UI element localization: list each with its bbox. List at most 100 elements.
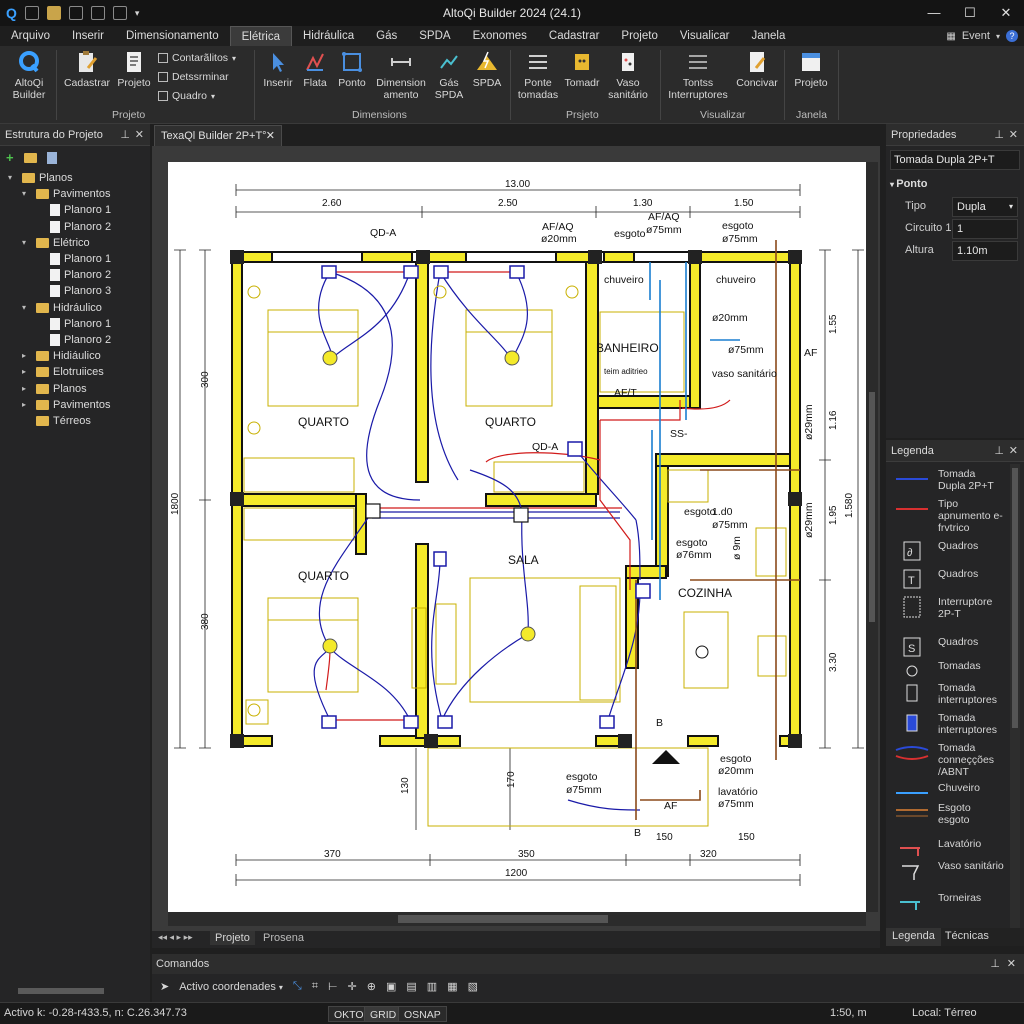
copy-icon[interactable]: ▦: [447, 980, 457, 993]
tree-item[interactable]: Planoro 2: [36, 267, 111, 283]
menu-cadastrar[interactable]: Cadastrar: [538, 26, 611, 46]
selected-object-field[interactable]: Tomada Dupla 2P+T: [890, 150, 1020, 170]
tree-item[interactable]: Planoro 2: [36, 219, 111, 235]
dropdown-icon[interactable]: ▾: [996, 32, 1000, 41]
quadro-button[interactable]: Quadro ▾: [158, 90, 215, 102]
tree-item[interactable]: Térreos: [22, 413, 91, 429]
detssrminar-button[interactable]: Detssrminar: [158, 71, 229, 83]
panel-pin-icon[interactable]: ⊥: [120, 124, 130, 146]
menu-arquivo[interactable]: Arquivo: [0, 26, 61, 46]
floor-plan-drawing[interactable]: 13.00 2.60 2.50 1.30 1.50 370 350 150 32…: [168, 162, 866, 912]
tree-expand-icon[interactable]: ▾: [8, 170, 18, 186]
spda-button[interactable]: SPDA: [470, 50, 504, 89]
sheet-nav-first-icon[interactable]: ◂◂ ◂ ▸ ▸▸: [158, 932, 193, 943]
contarulitos-button[interactable]: Contarãlitos ▾: [158, 52, 236, 64]
app-logo-icon[interactable]: Q: [6, 5, 17, 21]
export-icon[interactable]: [112, 6, 127, 20]
layer-icon[interactable]: ▣: [386, 980, 396, 993]
maximize-button[interactable]: ☐: [952, 0, 988, 26]
folder-open-icon[interactable]: [23, 153, 37, 163]
table-view-icon[interactable]: ▧: [468, 980, 478, 993]
window-icon[interactable]: ▤: [406, 980, 416, 993]
tree-item[interactable]: ▾ Hidráulico: [22, 300, 102, 316]
janela-projeto-button[interactable]: Projeto: [790, 50, 832, 89]
tab-legenda[interactable]: Legenda: [886, 928, 941, 946]
commands-close-icon[interactable]: ✕: [1007, 954, 1016, 974]
tree-item[interactable]: ▸ Planos: [22, 381, 87, 397]
inserir-button[interactable]: Inserir: [260, 50, 296, 89]
dimensionamento-button[interactable]: Dimension amento: [372, 50, 430, 101]
tab-close-icon[interactable]: ✕: [266, 126, 275, 146]
tree-expand-icon[interactable]: ▸: [22, 364, 32, 380]
properties-pin-icon[interactable]: ⊥: [994, 124, 1004, 146]
snap-mid-icon[interactable]: ✛: [348, 980, 357, 993]
menu-eletrica[interactable]: Elétrica: [229, 26, 292, 46]
tree-expand-icon[interactable]: ▸: [22, 397, 32, 413]
quick-access-dropdown-icon[interactable]: ▾: [135, 8, 140, 19]
altoqi-builder-button[interactable]: AltoQi Builder: [8, 50, 50, 101]
select-arrow-icon[interactable]: ➤: [160, 980, 169, 993]
mode-select[interactable]: Activo coordenades ▾: [179, 981, 283, 993]
cadastrar-button[interactable]: Cadastrar: [62, 50, 112, 89]
menu-exonomes[interactable]: Exonomes: [462, 26, 538, 46]
event-label[interactable]: Event: [962, 30, 990, 42]
tipo-select[interactable]: Dupla ▾: [952, 197, 1018, 217]
menu-dimensionamento[interactable]: Dimensionamento: [115, 26, 230, 46]
circuito-field[interactable]: 1: [952, 219, 1018, 239]
save-icon[interactable]: [68, 6, 83, 20]
snap-line-icon[interactable]: ⤡: [293, 980, 302, 993]
tree-item[interactable]: Planoro 1: [36, 202, 111, 218]
close-button[interactable]: ✕: [988, 0, 1024, 26]
tree-expand-icon[interactable]: ▸: [22, 348, 32, 364]
tree-item[interactable]: ▸ Elotruiices: [22, 364, 104, 380]
ponto-button[interactable]: Ponto: [334, 50, 370, 89]
gas-spda-button[interactable]: Gás SPDA: [432, 50, 466, 101]
concivar-button[interactable]: Concivar: [734, 50, 780, 89]
canvas-hscrollbar[interactable]: [168, 912, 866, 926]
print-icon[interactable]: [90, 6, 105, 20]
drawing-sheet[interactable]: 13.00 2.60 2.50 1.30 1.50 370 350 150 32…: [168, 162, 866, 912]
tree-item[interactable]: ▸ Pavimentos: [22, 397, 110, 413]
tab-tecnicas[interactable]: Técnicas: [941, 928, 993, 946]
snap-corner-icon[interactable]: ⌗: [312, 980, 318, 993]
grid-toggle[interactable]: GRID: [364, 1006, 403, 1022]
osnap-toggle[interactable]: OSNAP: [398, 1006, 447, 1022]
tree-item[interactable]: Planoro 2: [36, 332, 111, 348]
commands-pin-icon[interactable]: ⊥: [990, 954, 1000, 974]
properties-close-icon[interactable]: ✕: [1009, 124, 1018, 146]
help-icon[interactable]: ?: [1006, 30, 1018, 42]
altura-field[interactable]: 1.10m: [952, 241, 1018, 261]
scale-readout[interactable]: 1:50, m: [830, 1007, 867, 1019]
vaso-sanitario-button[interactable]: Vaso sanitário: [604, 50, 652, 101]
canvas-vscrollbar[interactable]: [866, 162, 878, 912]
tree-expand-icon[interactable]: ▸: [22, 381, 32, 397]
tree-expand-icon[interactable]: ▾: [22, 186, 32, 202]
flata-button[interactable]: Flata: [298, 50, 332, 89]
legend-close-icon[interactable]: ✕: [1009, 440, 1018, 462]
ponte-tomadas-button[interactable]: Ponte tomadas: [514, 50, 562, 101]
document-tab[interactable]: TexaQl Builder 2P+T° ✕: [154, 125, 282, 146]
add-icon[interactable]: +: [6, 150, 14, 165]
grid-icon[interactable]: ▦: [946, 31, 955, 42]
print-preview-icon[interactable]: ▥: [427, 980, 437, 993]
menu-janela[interactable]: Janela: [741, 26, 797, 46]
new-file-icon[interactable]: [24, 6, 39, 20]
projeto-button[interactable]: Projeto: [114, 50, 154, 89]
tree-item[interactable]: ▾ Pavimentos: [22, 186, 110, 202]
tree-expand-icon[interactable]: ▾: [22, 300, 32, 316]
tree-item[interactable]: ▾ Planos: [8, 170, 73, 186]
panel-close-icon[interactable]: ✕: [135, 124, 144, 146]
sheet-tab-projeto[interactable]: Projeto: [210, 931, 255, 945]
menu-spda[interactable]: SPDA: [408, 26, 461, 46]
ponto-section-header[interactable]: ▾ Ponto: [890, 178, 927, 190]
snap-center-icon[interactable]: ⊕: [367, 980, 376, 993]
legend-pin-icon[interactable]: ⊥: [994, 440, 1004, 462]
sheet-tab-prosena[interactable]: Prosena: [258, 931, 309, 945]
minimize-button[interactable]: —: [916, 0, 952, 26]
tree-item[interactable]: ▾ Elétrico: [22, 235, 90, 251]
snap-end-icon[interactable]: ⊢: [328, 980, 338, 993]
menu-inserir[interactable]: Inserir: [61, 26, 115, 46]
tree-item[interactable]: ▸ Hidiáulico: [22, 348, 101, 364]
tree-item[interactable]: Planoro 3: [36, 283, 111, 299]
tomadr-button[interactable]: Tomadr: [562, 50, 602, 89]
